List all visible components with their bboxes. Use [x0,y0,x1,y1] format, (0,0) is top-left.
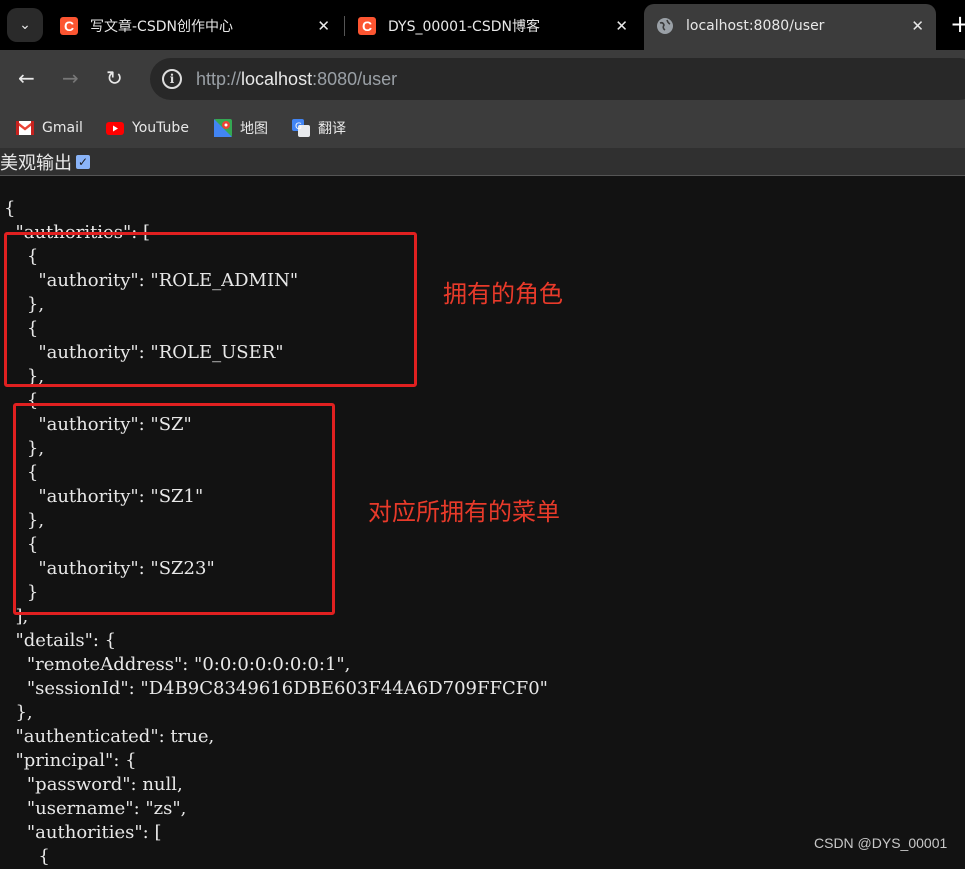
maps-icon [214,119,232,137]
tab-separator [344,16,345,36]
close-icon[interactable]: ✕ [911,17,924,35]
json-line: }, [4,702,33,723]
roles-annotation: 拥有的角色 [443,280,563,308]
menus-annotation: 对应所拥有的菜单 [368,498,560,526]
url-text[interactable]: http://localhost:8080/user [196,69,397,90]
back-arrow-icon[interactable]: ← [18,66,35,90]
tab-search-button[interactable]: ⌄ [7,8,43,42]
bookmarks-bar: Gmail YouTube 地图 G 翻译 [0,108,965,148]
json-line: "username": "zs", [4,798,187,819]
tab-strip: ⌄ C 写文章-CSDN创作中心 ✕ C DYS_00001-CSDN博客 ✕ … [0,0,965,50]
youtube-icon [106,120,124,136]
close-icon[interactable]: ✕ [615,17,628,35]
csdn-icon: C [60,17,78,35]
tab-csdn-blog[interactable]: C DYS_00001-CSDN博客 ✕ [358,9,628,43]
info-icon[interactable]: i [162,69,182,89]
forward-arrow-icon[interactable]: → [62,66,79,90]
json-line: "principal": { [4,750,137,771]
tab-localhost-user[interactable]: localhost:8080/user ✕ [656,9,924,43]
json-line: "remoteAddress": "0:0:0:0:0:0:0:1", [4,654,351,675]
pretty-print-label: 美观输出 [0,152,72,174]
json-line: "password": null, [4,774,183,795]
globe-icon [656,17,674,35]
reload-icon[interactable]: ↻ [106,66,123,90]
watermark: CSDN @DYS_00001 [814,835,948,851]
bookmark-youtube[interactable]: YouTube [106,117,189,139]
tab-title: 写文章-CSDN创作中心 [90,19,233,35]
json-line: "authenticated": true, [4,726,215,747]
tab-title: DYS_00001-CSDN博客 [388,19,540,35]
new-tab-button[interactable]: + [950,10,965,38]
close-icon[interactable]: ✕ [317,17,330,35]
chevron-down-icon: ⌄ [19,17,31,33]
json-line: "sessionId": "D4B9C8349616DBE603F44A6D70… [4,678,548,699]
gmail-icon [16,120,34,136]
address-bar[interactable]: i http://localhost:8080/user [150,58,965,100]
csdn-icon: C [358,17,376,35]
menus-highlight-box [13,403,335,615]
bookmark-gmail[interactable]: Gmail [16,117,83,139]
tab-csdn-write[interactable]: C 写文章-CSDN创作中心 ✕ [60,9,330,43]
pretty-print-checkbox[interactable]: ✓ [76,154,90,169]
bookmark-translate[interactable]: G 翻译 [292,117,346,139]
json-line: { [4,198,16,219]
translate-icon: G [292,119,310,137]
json-line: "details": { [4,630,117,651]
pretty-print-bar: 美观输出 ✓ [0,148,965,176]
bookmark-maps[interactable]: 地图 [214,117,268,139]
json-line: "authorities": [ [4,822,162,843]
json-line: { [4,846,50,867]
browser-toolbar: ← → ↻ i http://localhost:8080/user [0,50,965,108]
svg-text:G: G [295,122,302,132]
tab-title: localhost:8080/user [686,18,825,34]
roles-highlight-box [4,232,417,387]
